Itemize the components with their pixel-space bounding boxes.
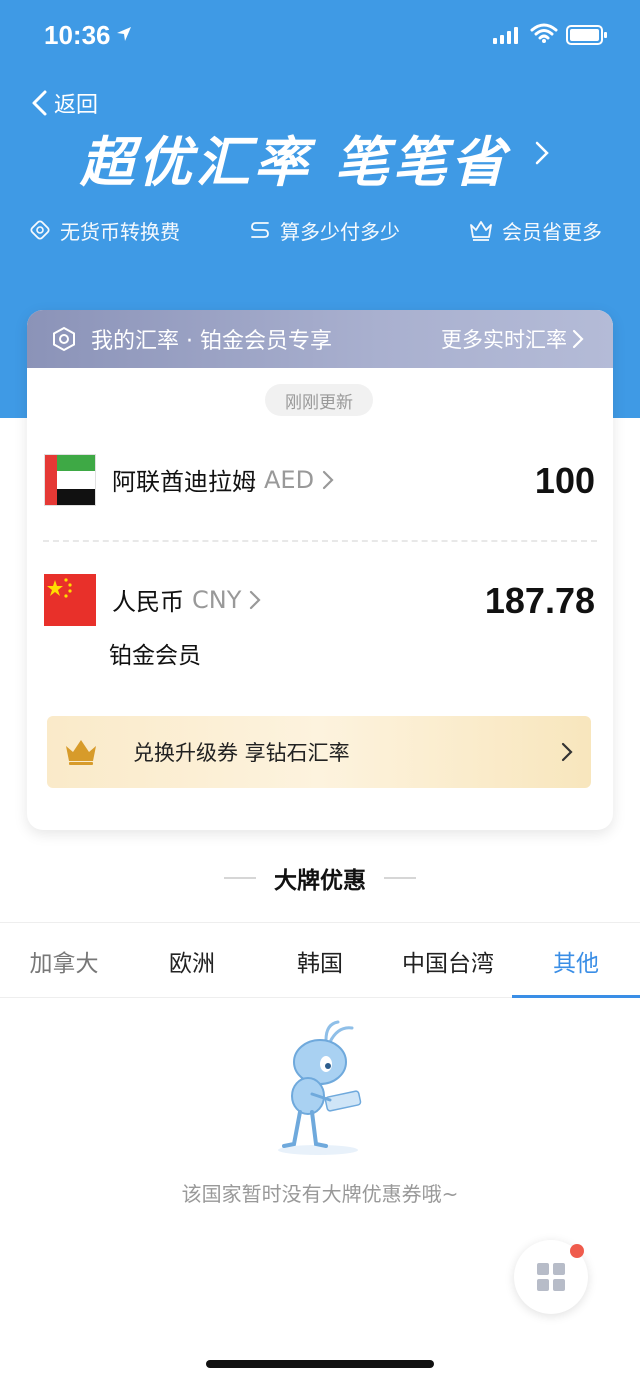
feature-label: 会员省更多 — [502, 219, 602, 244]
updated-pill: 刚刚更新 — [265, 384, 373, 416]
more-rates-link[interactable]: 更多实时汇率 — [441, 310, 585, 368]
wifi-icon — [530, 23, 558, 43]
feature-label: 算多少付多少 — [280, 219, 400, 244]
tab-korea[interactable]: 韩国 — [256, 923, 384, 998]
title-divider-right — [384, 877, 416, 879]
currency-code: AED — [264, 465, 315, 494]
location-arrow-icon — [117, 27, 131, 41]
to-currency-selector[interactable]: 人民币 CNY — [112, 582, 261, 617]
back-button[interactable]: 返回 — [30, 86, 98, 120]
empty-state-text: 该国家暂时没有大牌优惠券哦~ — [181, 1182, 459, 1206]
uae-flag-icon[interactable] — [44, 454, 96, 506]
floating-menu-button[interactable] — [514, 1240, 588, 1314]
upgrade-banner-text: 兑换升级券 享钻石汇率 — [133, 741, 350, 765]
exchange-arrows-icon — [251, 222, 269, 238]
home-indicator — [206, 1360, 434, 1368]
region-tabs: 加拿大 欧洲 韩国 中国台湾 其他 — [0, 922, 640, 998]
currency-diamond-icon — [30, 220, 50, 240]
tab-other[interactable]: 其他 — [512, 923, 640, 998]
from-amount[interactable]: 100 — [535, 460, 595, 502]
ant-mascot-icon — [278, 1020, 362, 1155]
status-bar: 10:36 — [0, 0, 640, 70]
feature-no-fee: 无货币转换费 — [28, 210, 180, 250]
to-amount: 187.78 — [484, 580, 595, 621]
crown-icon — [66, 740, 96, 765]
feature-pay-exact: 算多少付多少 — [248, 210, 400, 250]
feature-label: 无货币转换费 — [60, 219, 180, 244]
battery-icon — [566, 25, 607, 45]
chevron-right-icon — [572, 329, 584, 349]
brand-section-title: 大牌优惠 — [0, 860, 640, 896]
member-badge-icon — [53, 326, 75, 352]
rate-card-header: 我的汇率 · 铂金会员专享 更多实时汇率 — [27, 310, 613, 368]
back-label: 返回 — [54, 93, 99, 118]
member-level-label: 铂金会员 — [109, 643, 201, 669]
tab-europe[interactable]: 欧洲 — [128, 923, 256, 998]
status-time: 10:36 — [44, 20, 111, 50]
section-title-text: 大牌优惠 — [274, 868, 366, 894]
chevron-left-icon — [32, 90, 47, 116]
currency-name: 人民币 — [112, 588, 184, 616]
currency-code: CNY — [192, 585, 242, 614]
cellular-signal-icon — [493, 27, 518, 44]
active-tab-indicator — [512, 995, 640, 998]
crown-outline-icon — [470, 221, 492, 241]
feature-member-save: 会员省更多 — [468, 210, 602, 250]
rate-card: 我的汇率 · 铂金会员专享 更多实时汇率 刚刚更新 阿联酋迪拉姆 AED 100 — [27, 310, 613, 830]
tab-canada[interactable]: 加拿大 — [0, 923, 128, 998]
chevron-right-icon — [561, 742, 573, 762]
grid-icon — [537, 1263, 565, 1291]
chevron-right-icon — [250, 590, 261, 609]
tab-taiwan[interactable]: 中国台湾 — [384, 923, 512, 998]
currency-name: 阿联酋迪拉姆 — [112, 468, 256, 496]
china-flag-icon[interactable] — [44, 574, 96, 626]
notification-dot — [570, 1244, 584, 1258]
rate-card-title: 我的汇率 · 铂金会员专享 — [91, 329, 332, 354]
row-divider — [43, 540, 597, 542]
title-divider-left — [224, 877, 256, 879]
feature-list: 无货币转换费 算多少付多少 会员省更多 — [0, 210, 640, 250]
hero-title[interactable]: 超优汇率 笔笔省 — [80, 118, 520, 197]
chevron-right-icon — [322, 470, 334, 489]
more-rates-label: 更多实时汇率 — [441, 328, 567, 352]
chevron-right-icon[interactable] — [534, 140, 550, 166]
upgrade-banner[interactable]: 兑换升级券 享钻石汇率 — [47, 716, 591, 788]
from-currency-selector[interactable]: 阿联酋迪拉姆 AED — [112, 462, 334, 497]
